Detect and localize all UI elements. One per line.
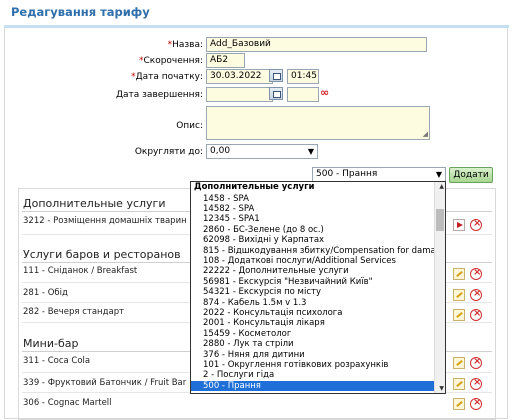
list-item: 111 - Сніданок / Breakfast bbox=[23, 266, 138, 276]
dropdown-option[interactable]: 54321 - Екскурсія по місту bbox=[191, 287, 435, 297]
section-title: Услуги баров и ресторанов bbox=[23, 248, 181, 261]
dropdown-scrollbar[interactable]: ▲ ▼ bbox=[434, 182, 445, 393]
description-textarea[interactable]: ◢ bbox=[206, 106, 430, 140]
round-select[interactable]: 0,00 ▼ bbox=[206, 144, 318, 159]
section-title: Мини-бар bbox=[23, 337, 79, 350]
delete-icon[interactable] bbox=[470, 267, 482, 280]
dropdown-option[interactable]: 2860 - БС-Зелене (до 8 ос.) bbox=[191, 225, 435, 235]
service-select[interactable]: 500 - Прання ▼ bbox=[312, 167, 446, 182]
name-label: *Назва: bbox=[167, 40, 203, 50]
end-time-input[interactable] bbox=[287, 87, 319, 102]
dropdown-option[interactable]: 815 - Відшкодування збитку/Compensation … bbox=[191, 246, 445, 256]
scrollbar-thumb[interactable] bbox=[436, 209, 444, 231]
list-item: 282 - Вечеря стандарт bbox=[23, 307, 125, 317]
dropdown-option[interactable]: 376 - Няня для дитини bbox=[191, 350, 435, 360]
chevron-down-icon: ▼ bbox=[435, 170, 442, 179]
delete-icon[interactable] bbox=[470, 356, 482, 369]
dropdown-option[interactable]: 2 - Послуги гіда bbox=[191, 370, 435, 380]
list-item: 339 - Фруктовий Батончик / Fruit Bar bbox=[23, 378, 187, 388]
dropdown-option[interactable]: 1458 - SPA bbox=[191, 194, 435, 204]
short-label: *Скорочення: bbox=[138, 56, 203, 66]
edit-icon[interactable] bbox=[453, 378, 465, 390]
edit-icon[interactable] bbox=[453, 357, 465, 369]
edit-icon[interactable] bbox=[453, 289, 465, 301]
dropdown-option[interactable]: 2022 - Консультація психолога bbox=[191, 308, 435, 318]
short-input[interactable]: АБ2 bbox=[206, 53, 245, 68]
move-icon[interactable] bbox=[453, 219, 465, 231]
dropdown-option[interactable]: 15459 - Косметолог bbox=[191, 329, 435, 339]
list-item: 3212 - Розміщення домашніх тварин bbox=[23, 216, 187, 226]
description-label: Опис: bbox=[176, 121, 203, 131]
end-label: Дата завершення: bbox=[115, 90, 203, 100]
list-item: 281 - Обід bbox=[23, 288, 68, 298]
add-button[interactable]: Додати bbox=[449, 167, 493, 183]
start-label: *Дата початку: bbox=[131, 72, 203, 82]
dropdown-option[interactable]: 2001 - Консультація лікаря bbox=[191, 318, 435, 328]
start-time-input[interactable]: 01:45 bbox=[287, 69, 319, 84]
edit-icon[interactable] bbox=[453, 398, 465, 410]
chevron-down-icon: ▼ bbox=[307, 147, 314, 156]
name-input[interactable]: Add_Базовий bbox=[206, 37, 427, 52]
dropdown-option[interactable]: 12345 - SPA1 bbox=[191, 214, 435, 224]
scroll-down-icon[interactable]: ▼ bbox=[439, 385, 444, 392]
page-title: Редагування тарифу bbox=[11, 5, 150, 19]
section-title: Дополнительные услуги bbox=[23, 197, 166, 210]
service-dropdown-list[interactable]: Дополнительные услуги 1458 - SPA 14582 - … bbox=[190, 181, 446, 394]
list-item: 311 - Coca Cola bbox=[23, 356, 91, 366]
clear-date-icon[interactable]: ∞ bbox=[320, 86, 329, 99]
end-calendar-icon[interactable] bbox=[269, 87, 283, 100]
dropdown-option[interactable]: 56981 - Екскурсія "Незвичайний Київ" bbox=[191, 277, 435, 287]
resize-grip-icon[interactable]: ◢ bbox=[423, 130, 428, 138]
round-label: Округляти до: bbox=[134, 147, 203, 157]
dropdown-option[interactable]: 108 - Додаткові послуги/Additional Servi… bbox=[191, 256, 435, 266]
dropdown-option[interactable]: 874 - Кабель 1.5м v 1.3 bbox=[191, 298, 435, 308]
dropdown-option[interactable]: 14582 - SPA bbox=[191, 204, 435, 214]
dropdown-option[interactable]: 2880 - Лук та стріли bbox=[191, 339, 435, 349]
dropdown-option[interactable]: 22222 - Дополнительные услуги bbox=[191, 266, 435, 276]
start-date-input[interactable]: 30.03.2022 bbox=[206, 69, 273, 84]
dropdown-option[interactable]: 62098 - Вихідні у Карпатах bbox=[191, 235, 435, 245]
delete-icon[interactable] bbox=[470, 218, 482, 231]
delete-icon[interactable] bbox=[470, 397, 482, 410]
edit-icon[interactable] bbox=[453, 309, 465, 321]
dropdown-option[interactable]: 500 - Прання bbox=[191, 380, 435, 392]
delete-icon[interactable] bbox=[470, 377, 482, 390]
dropdown-group-label: Дополнительные услуги bbox=[194, 182, 315, 192]
start-calendar-icon[interactable] bbox=[269, 69, 283, 82]
delete-icon[interactable] bbox=[470, 308, 482, 321]
delete-icon[interactable] bbox=[470, 288, 482, 301]
edit-icon[interactable] bbox=[453, 268, 465, 280]
end-date-input[interactable] bbox=[206, 87, 273, 102]
scroll-up-icon[interactable]: ▲ bbox=[439, 183, 444, 190]
dropdown-option[interactable]: 101 - Округлення готівкових розрахунків bbox=[191, 360, 435, 370]
